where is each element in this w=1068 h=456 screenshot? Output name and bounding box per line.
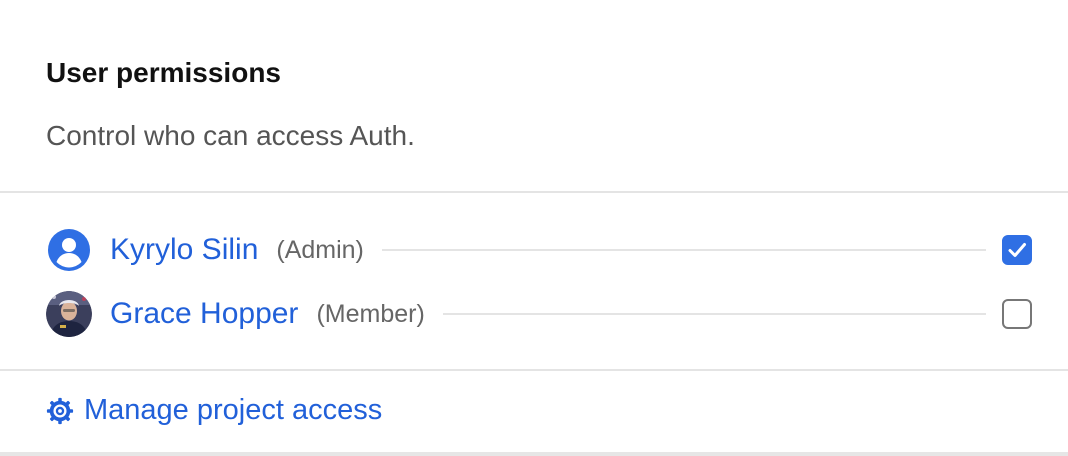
user-role-label: (Member) [316,299,425,328]
leader-line [381,249,986,251]
user-name-link[interactable]: Kyrylo Silin [110,233,258,267]
user-circle-icon [46,227,92,273]
section-title: User permissions [46,57,281,88]
user-name-link[interactable]: Grace Hopper [110,297,298,331]
permission-checkbox[interactable] [1002,235,1032,265]
gear-icon [46,397,74,425]
photo-avatar [46,291,92,337]
section-subtitle: Control who can access Auth. [46,120,415,151]
divider [0,191,1068,193]
permission-checkbox[interactable] [1002,299,1032,329]
checkmark-icon [1008,243,1026,257]
divider [0,369,1068,371]
user-role-label: (Admin) [276,235,364,264]
leader-line [442,313,986,315]
user-row: Kyrylo Silin (Admin) [46,226,1032,274]
user-row: Grace Hopper (Member) [46,290,1032,338]
user-permissions-panel: User permissions Control who can access … [0,0,1068,456]
manage-project-access-label: Manage project access [84,394,383,426]
manage-project-access-link[interactable]: Manage project access [46,394,382,427]
